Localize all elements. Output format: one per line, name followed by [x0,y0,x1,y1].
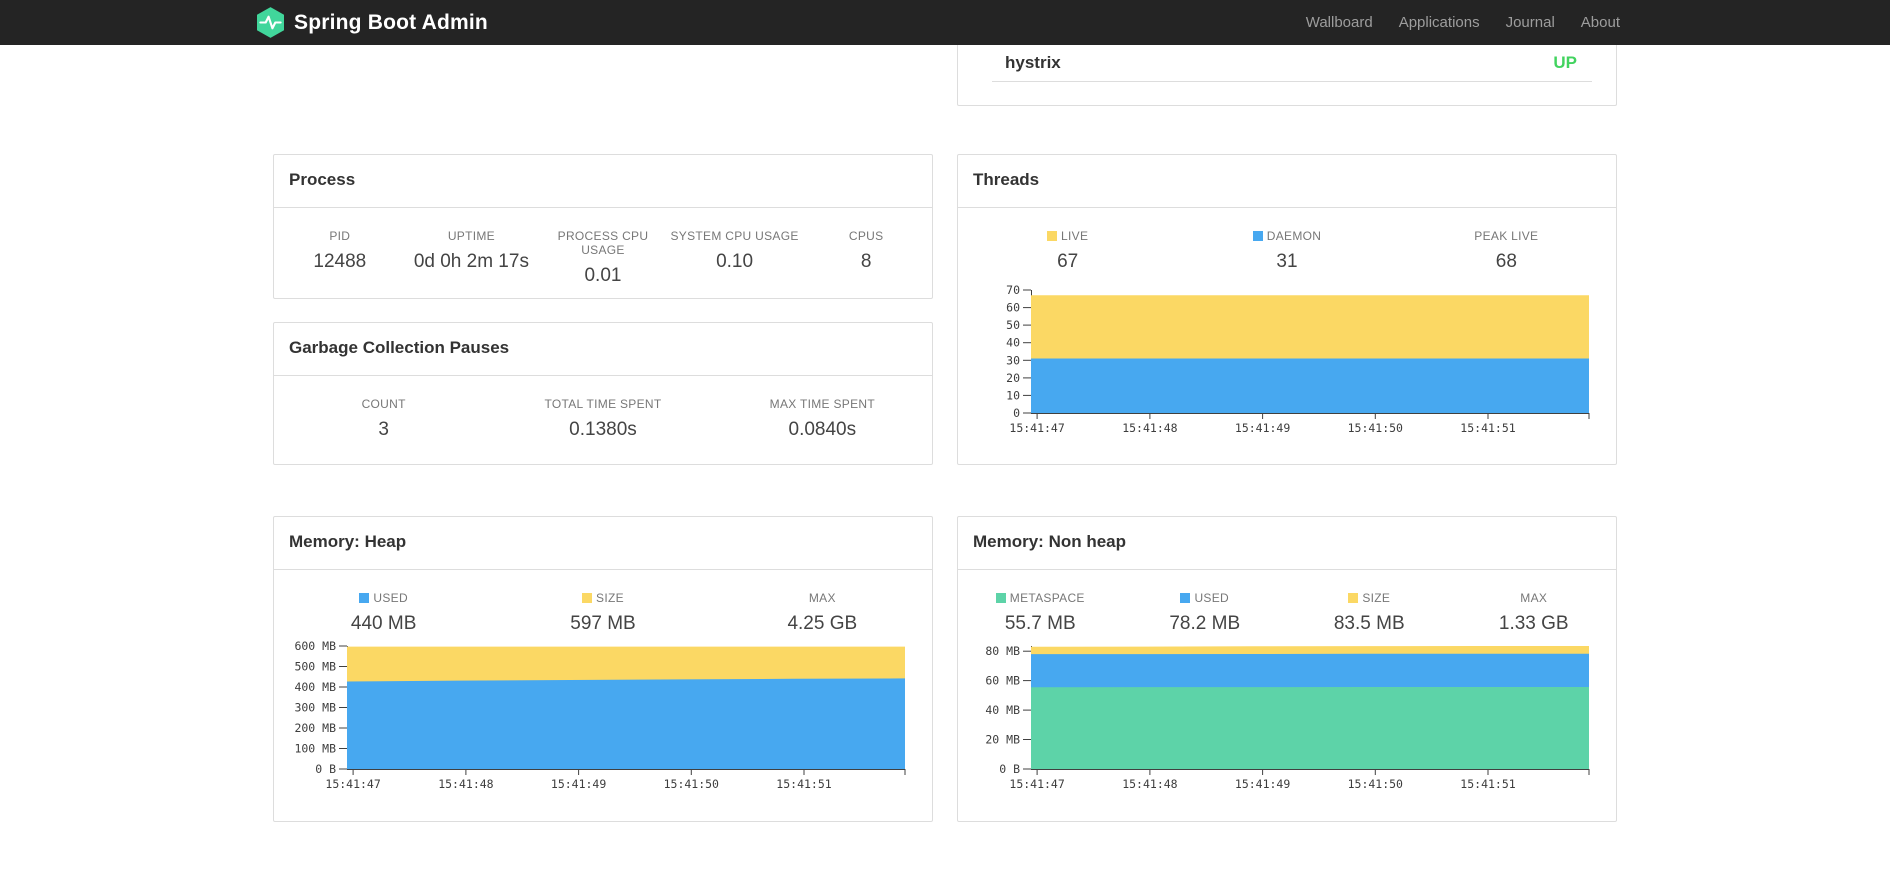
svg-text:0: 0 [1013,406,1020,420]
panel-title: Memory: Heap [274,517,932,570]
svg-text:15:41:47: 15:41:47 [1009,421,1064,435]
live-legend-swatch [1047,231,1058,241]
svg-text:15:41:50: 15:41:50 [664,777,719,791]
panel-title: Threads [958,155,1616,208]
row-divider [992,81,1592,82]
svg-text:15:41:49: 15:41:49 [551,777,606,791]
metric-pid: PID 12488 [313,229,367,272]
svg-text:10: 10 [1006,388,1020,402]
metric-metaspace: METASPACE 55.7 MB [958,591,1123,635]
heap-metrics: USED 440 MB SIZE 597 MB MAX 4.25 GB [274,570,932,635]
metric-nonheap-max: MAX 1.33 GB [1498,591,1569,634]
svg-text:70: 70 [1006,284,1020,297]
memory-nonheap-panel: Memory: Non heap METASPACE 55.7 MB USED … [957,516,1617,822]
metric-gc-max-time: MAX TIME SPENT 0.0840s [769,397,875,440]
svg-text:50: 50 [1006,318,1020,332]
metaspace-legend-swatch [995,593,1006,603]
threads-metrics: LIVE 67 DAEMON 31 PEAK LIVE 68 [958,208,1616,273]
status-badge: UP [1553,53,1577,72]
metric-nonheap-size: SIZE 83.5 MB [1333,591,1405,634]
panel-title: Garbage Collection Pauses [274,323,932,376]
navbar: Spring Boot Admin Wallboard Applications… [0,0,1890,45]
svg-text:500 MB: 500 MB [294,660,336,674]
application-name-link[interactable]: hystrix [1005,53,1061,73]
svg-text:80 MB: 80 MB [985,644,1020,658]
panel-title: Process [274,155,932,208]
metric-process-cpu: PROCESS CPU USAGE 0.01 [557,229,649,286]
daemon-legend-swatch [1252,231,1263,241]
svg-text:15:41:47: 15:41:47 [325,777,380,791]
svg-text:20 MB: 20 MB [985,733,1020,747]
metric-gc-total-time: TOTAL TIME SPENT 0.1380s [544,397,662,440]
application-row: hystrix UP [958,45,1616,76]
metric-nonheap-used: USED 78.2 MB [1169,591,1241,634]
size-legend-swatch [1348,593,1359,603]
nav-item-wallboard[interactable]: Wallboard [1306,14,1373,31]
metric-peak-live: PEAK LIVE 68 [1474,229,1539,272]
nav-item-applications[interactable]: Applications [1399,14,1480,31]
svg-text:60: 60 [1006,301,1020,315]
metric-heap-size: SIZE 597 MB [570,591,636,634]
metric-gc-count: COUNT 3 [361,397,406,440]
svg-text:40 MB: 40 MB [985,703,1020,717]
metric-system-cpu: SYSTEM CPU USAGE 0.10 [670,229,799,272]
svg-text:20: 20 [1006,371,1020,385]
memory-heap-chart: 0 B 100 MB 200 MB 300 MB 400 MB 500 MB 600 MB 1… [289,639,920,793]
svg-text:15:41:51: 15:41:51 [1460,777,1515,791]
svg-text:30: 30 [1006,353,1020,367]
panel-title: Memory: Non heap [958,517,1616,570]
gc-metrics: COUNT 3 TOTAL TIME SPENT 0.1380s MAX TIM… [274,376,932,441]
svg-text:15:41:48: 15:41:48 [438,777,493,791]
used-legend-swatch [1180,593,1191,603]
metric-live: LIVE 67 [958,229,1177,273]
gc-panel: Garbage Collection Pauses COUNT 3 TOTAL … [273,322,933,465]
svg-text:15:41:47: 15:41:47 [1009,777,1064,791]
threads-chart: 0 10 20 30 40 50 60 70 15:41:47 15:41:48 15:41:49 1… [973,283,1604,437]
svg-text:0 B: 0 B [999,762,1020,776]
metric-heap-max: MAX 4.25 GB [787,591,858,634]
svg-text:15:41:50: 15:41:50 [1348,777,1403,791]
svg-text:0 B: 0 B [315,762,336,776]
svg-text:15:41:51: 15:41:51 [1460,421,1515,435]
nav-item-journal[interactable]: Journal [1506,14,1555,31]
svg-text:15:41:49: 15:41:49 [1235,421,1290,435]
svg-text:15:41:49: 15:41:49 [1235,777,1290,791]
application-status-panel: hystrix UP [957,45,1617,106]
metric-cpus: CPUS 8 [848,229,884,272]
nav-links: Wallboard Applications Journal About [1306,0,1620,45]
used-legend-swatch [359,593,370,603]
nav-item-about[interactable]: About [1581,14,1620,31]
process-metrics: PID 12488 UPTIME 0d 0h 2m 17s PROCESS CP… [274,208,932,287]
svg-text:400 MB: 400 MB [294,680,336,694]
spring-boot-admin-logo-icon [257,7,284,38]
memory-heap-panel: Memory: Heap USED 440 MB SIZE 597 MB MAX… [273,516,933,822]
svg-text:15:41:50: 15:41:50 [1348,421,1403,435]
svg-text:100 MB: 100 MB [294,742,336,756]
nonheap-metrics: METASPACE 55.7 MB USED 78.2 MB SIZE 83.5… [958,570,1616,635]
svg-text:600 MB: 600 MB [294,640,336,653]
brand-title: Spring Boot Admin [294,10,488,34]
svg-text:60 MB: 60 MB [985,674,1020,688]
metric-daemon: DAEMON 31 [1177,229,1396,273]
brand-link[interactable]: Spring Boot Admin [257,0,488,45]
svg-text:15:41:48: 15:41:48 [1122,777,1177,791]
svg-text:15:41:51: 15:41:51 [776,777,831,791]
size-legend-swatch [582,593,593,603]
threads-panel: Threads LIVE 67 DAEMON 31 PEAK LIVE 68 0… [957,154,1617,465]
svg-text:300 MB: 300 MB [294,701,336,715]
metric-heap-used: USED 440 MB [350,591,417,634]
svg-text:15:41:48: 15:41:48 [1122,421,1177,435]
svg-text:40: 40 [1006,336,1020,350]
process-panel: Process PID 12488 UPTIME 0d 0h 2m 17s PR… [273,154,933,299]
svg-text:200 MB: 200 MB [294,721,336,735]
metric-uptime: UPTIME 0d 0h 2m 17s [413,229,529,272]
memory-nonheap-chart: 0 B 20 MB 40 MB 60 MB 80 MB 15:41:47 15:41:48 1… [973,640,1604,793]
